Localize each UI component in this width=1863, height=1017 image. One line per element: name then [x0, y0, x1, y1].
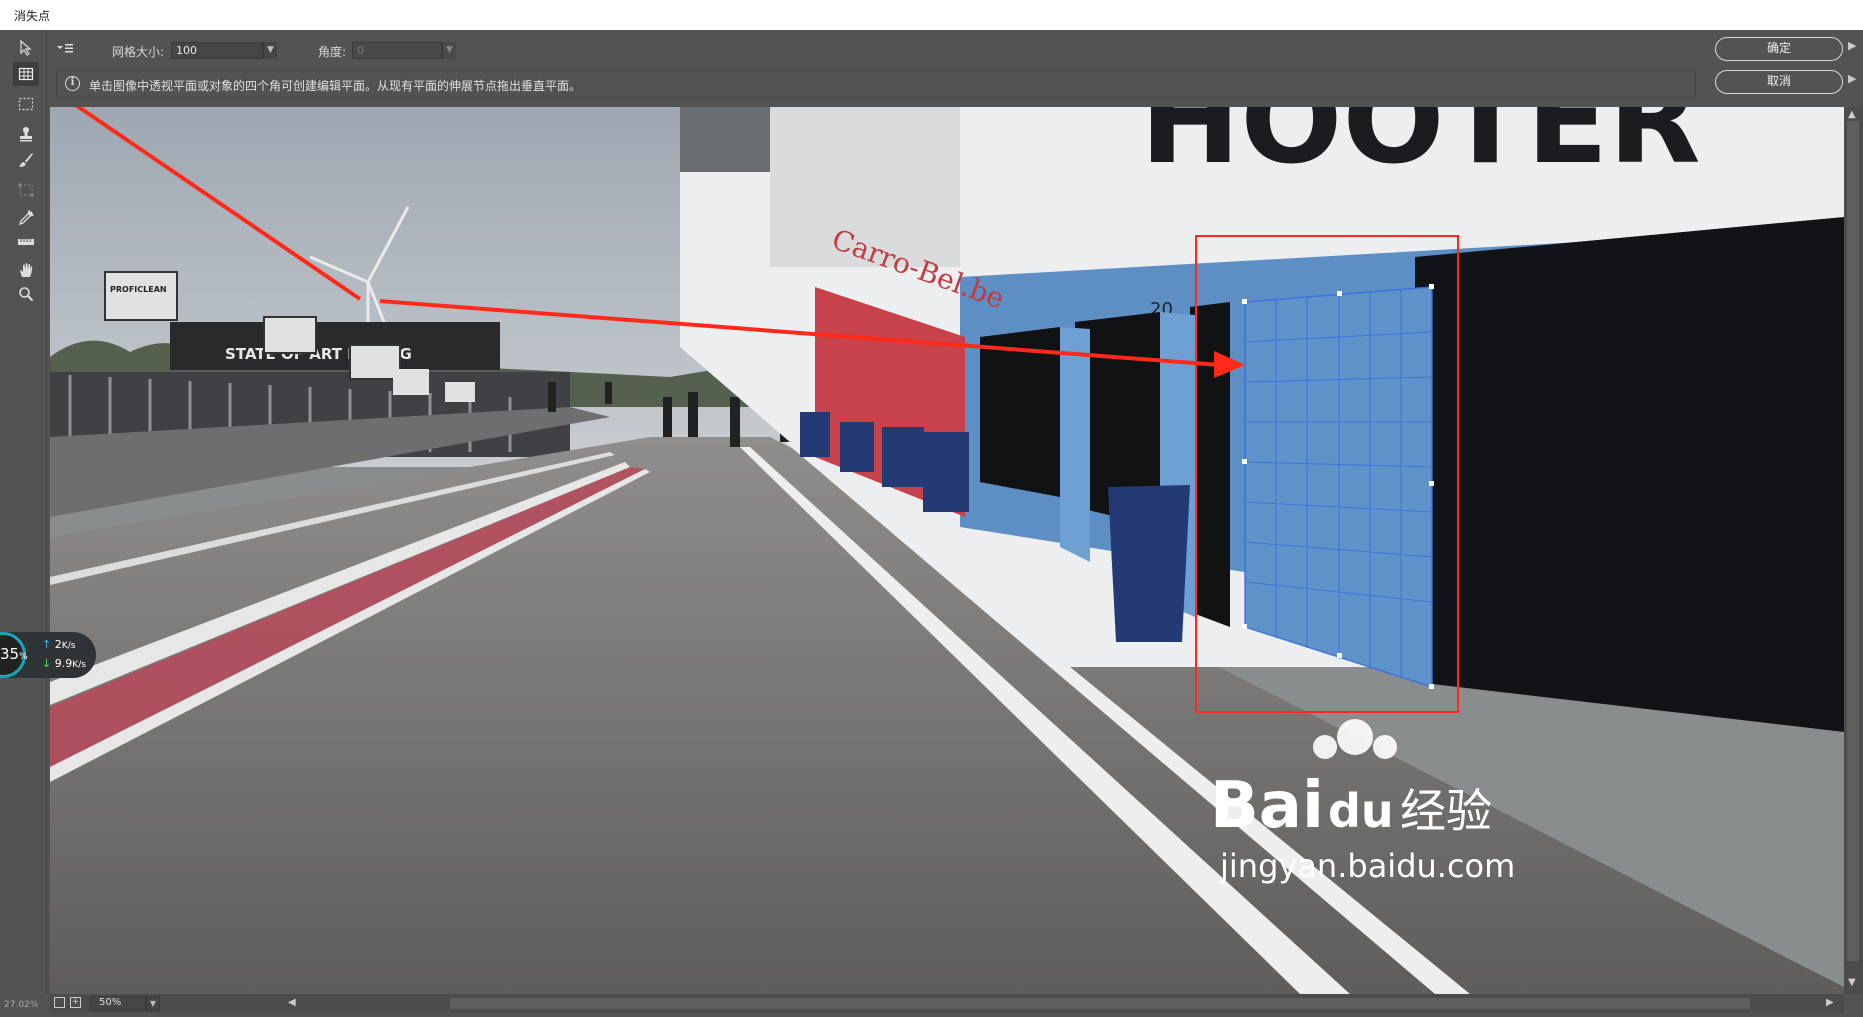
wall-text: HOOTER	[1140, 107, 1701, 191]
eyedropper-icon	[18, 210, 34, 226]
race-track-photo: STATE OF ART RACING PROFICLEAN Carro-Bel…	[50, 107, 1844, 994]
vertical-scroll-thumb[interactable]	[1847, 121, 1859, 961]
download-unit: K/s	[72, 659, 87, 670]
watermark-brand: Bai	[1210, 769, 1324, 843]
options-menu-icon[interactable]	[56, 42, 76, 57]
dashed-rectangle-icon	[18, 97, 34, 111]
brush-icon	[19, 153, 33, 167]
cancel-arrow-icon: ▶	[1848, 72, 1857, 85]
grid-size-dropdown-icon[interactable]: ▼	[263, 42, 277, 59]
transform-tool[interactable]	[13, 178, 39, 202]
tool-panel	[0, 30, 47, 1017]
hint-text: 单击图像中透视平面或对象的四个角可创建编辑平面。从现有平面的伸展节点拖出垂直平面…	[89, 79, 582, 93]
grid-size-input[interactable]: 100	[171, 42, 263, 59]
brush-tool[interactable]	[13, 148, 39, 172]
zoom-out-icon[interactable]	[54, 997, 65, 1008]
info-icon: i	[65, 76, 80, 91]
window-title: 消失点	[14, 9, 51, 23]
vertical-scrollbar[interactable]: ▲ ▼	[1844, 107, 1863, 994]
window-title-bar: 消失点	[0, 0, 1863, 31]
magnifier-icon	[19, 287, 34, 302]
usage-percent: 35	[0, 645, 20, 663]
edit-plane-tool[interactable]	[13, 36, 39, 60]
scroll-left-icon[interactable]: ◀	[288, 997, 296, 1008]
angle-dropdown-icon[interactable]: ▼	[442, 42, 456, 59]
watermark-cn: 经验	[1400, 784, 1492, 838]
zoom-dropdown-icon[interactable]: ▼	[146, 996, 160, 1011]
eyedropper-tool[interactable]	[13, 206, 39, 230]
upload-unit: K/s	[61, 640, 76, 651]
stamp-tool[interactable]	[13, 122, 39, 146]
zoom-in-icon[interactable]: +	[70, 997, 81, 1008]
marquee-tool[interactable]	[13, 92, 39, 116]
hint-bar: i 单击图像中透视平面或对象的四个角可创建编辑平面。从现有平面的伸展节点拖出垂直…	[56, 70, 1696, 98]
image-canvas[interactable]: STATE OF ART RACING PROFICLEAN Carro-Bel…	[50, 107, 1844, 994]
upload-value: 2	[54, 638, 62, 651]
arrow-pointer-icon	[20, 40, 32, 56]
angle-label: 角度:	[318, 45, 347, 59]
download-arrow-icon: ↓	[42, 657, 52, 670]
horizontal-scrollbar[interactable]: + 50% ▼ ◀ ▶	[50, 994, 1844, 1013]
doc-info-text: 27.02%	[4, 1000, 39, 1010]
hand-tool[interactable]	[13, 258, 39, 282]
grid-plane-icon	[18, 67, 34, 81]
zoom-field[interactable]: 50%	[90, 996, 146, 1011]
upload-arrow-icon: ↑	[42, 638, 52, 651]
network-speed-widget[interactable]: 35% ↑ 2K/s ↓ 9.9K/s	[0, 632, 96, 678]
stamp-icon	[20, 127, 32, 142]
scroll-up-icon[interactable]: ▲	[1848, 109, 1856, 120]
download-value: 9.9	[54, 657, 73, 670]
watermark-url: jingyan.baidu.com	[1219, 847, 1515, 885]
create-plane-tool[interactable]	[13, 62, 39, 86]
watermark-paw: du	[1328, 784, 1394, 838]
ok-button[interactable]: 确定	[1715, 37, 1843, 61]
grid-size-label: 网格大小:	[112, 45, 165, 59]
status-bar: 27.02%	[0, 994, 50, 1017]
angle-input[interactable]: 0	[352, 42, 442, 59]
measure-tool[interactable]	[13, 230, 39, 254]
proficlean-sign: PROFICLEAN	[110, 285, 167, 294]
zoom-tool[interactable]	[13, 282, 39, 306]
ok-arrow-icon: ▶	[1848, 39, 1857, 52]
usage-unit: %	[19, 652, 28, 662]
scroll-right-icon[interactable]: ▶	[1826, 997, 1834, 1008]
hand-icon	[20, 263, 33, 277]
horizontal-scroll-thumb[interactable]	[450, 998, 1750, 1009]
cancel-button[interactable]: 取消	[1715, 70, 1843, 94]
transform-icon	[18, 183, 34, 197]
ruler-icon	[18, 239, 34, 245]
scroll-down-icon[interactable]: ▼	[1848, 977, 1856, 988]
